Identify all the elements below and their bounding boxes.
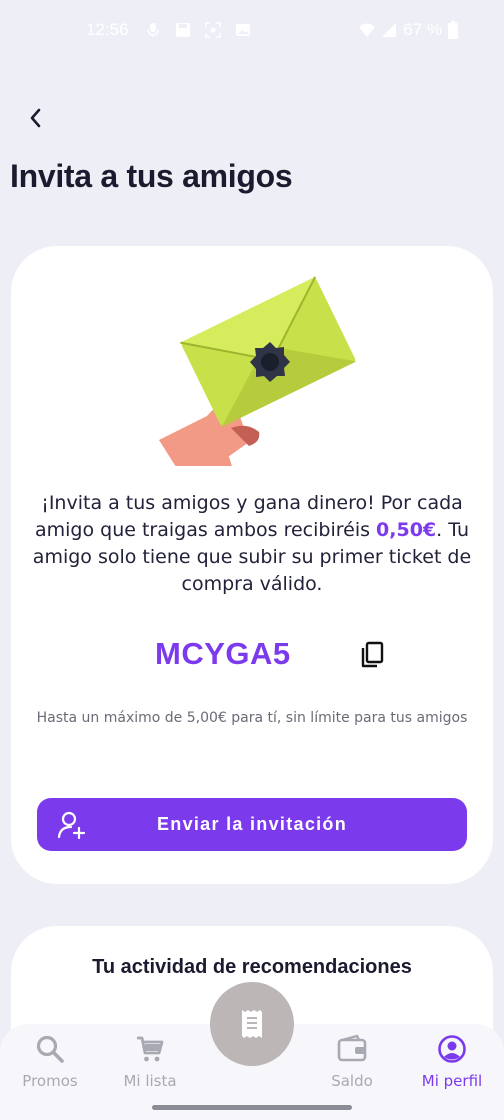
- search-icon: [36, 1035, 64, 1063]
- notification-icons: [145, 22, 251, 38]
- send-invitation-label: Enviar la invitación: [156, 814, 348, 834]
- send-invitation-button[interactable]: Enviar la invitación: [37, 798, 467, 851]
- promo-code[interactable]: MCYGA5: [155, 636, 291, 672]
- wifi-icon: [359, 23, 376, 37]
- copy-icon: [361, 641, 384, 668]
- status-time: 12:56: [86, 20, 129, 39]
- invite-card: ¡Invita a tus amigos y gana dinero! Por …: [11, 246, 493, 884]
- scan-receipt-button[interactable]: [210, 982, 294, 1066]
- save-icon: [176, 23, 190, 37]
- copy-code-button[interactable]: [355, 638, 389, 672]
- invite-description: ¡Invita a tus amigos y gana dinero! Por …: [31, 490, 473, 598]
- status-bar: 12:56 67 %: [0, 0, 504, 62]
- microphone-icon: [147, 23, 159, 37]
- nav-item-mi-lista[interactable]: Mi lista: [102, 1034, 198, 1104]
- limit-note: Hasta un máximo de 5,00€ para tí, sin lí…: [36, 710, 468, 726]
- nav-item-mi-perfil[interactable]: Mi perfil: [404, 1034, 500, 1104]
- home-indicator[interactable]: [152, 1105, 352, 1110]
- receipt-icon: [242, 1010, 262, 1038]
- cart-icon: [137, 1036, 164, 1062]
- envelope-hand-illustration: [159, 276, 357, 466]
- reward-amount: 0,50€: [376, 519, 437, 541]
- chevron-left-icon: [30, 108, 41, 128]
- nav-label-saldo: Saldo: [331, 1072, 373, 1090]
- nav-item-saldo[interactable]: Saldo: [304, 1034, 400, 1104]
- battery-text: 67 %: [403, 20, 442, 39]
- nav-label-mi-perfil: Mi perfil: [421, 1072, 483, 1090]
- profile-icon: [438, 1035, 466, 1063]
- image-icon: [236, 24, 250, 36]
- nav-label-promos: Promos: [22, 1072, 78, 1090]
- wallet-icon: [337, 1034, 367, 1062]
- status-right: 67 %: [359, 20, 458, 40]
- nav-label-mi-lista: Mi lista: [123, 1072, 177, 1090]
- add-user-icon: [57, 811, 86, 840]
- signal-icon: [382, 23, 397, 37]
- battery-icon: [448, 21, 458, 39]
- nav-item-promos[interactable]: Promos: [2, 1034, 98, 1104]
- activity-title: Tu actividad de recomendaciones: [92, 956, 412, 978]
- scan-icon: [205, 22, 221, 38]
- promo-code-row: MCYGA5: [11, 634, 493, 674]
- back-button[interactable]: [20, 102, 52, 134]
- page-title: Invita a tus amigos: [10, 158, 293, 194]
